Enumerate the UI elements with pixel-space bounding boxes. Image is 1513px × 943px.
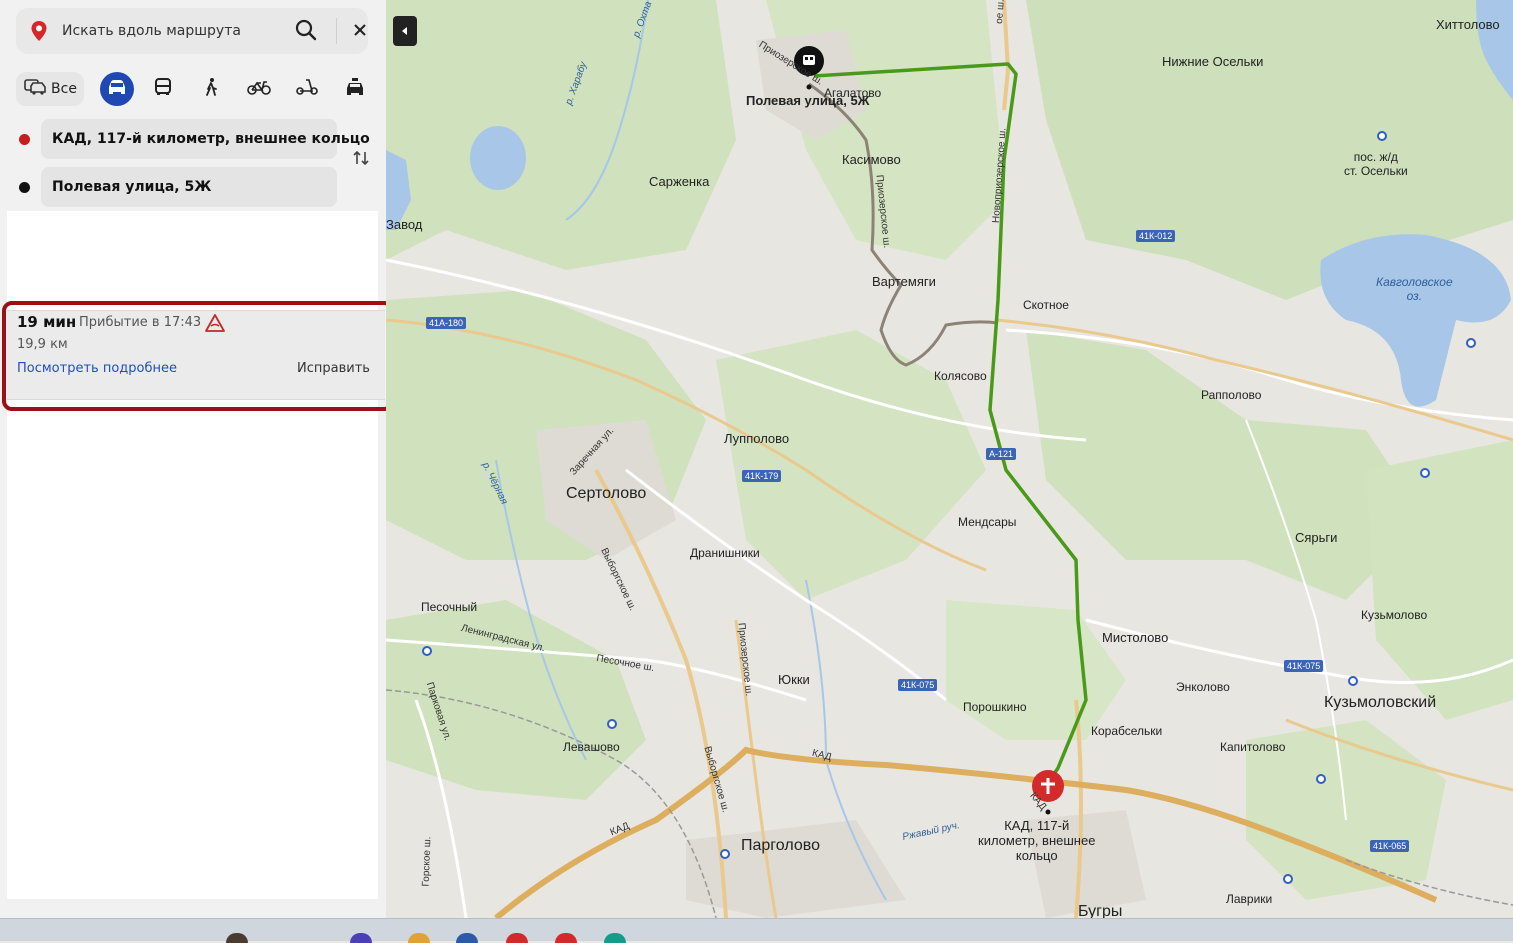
mode-walk-button[interactable] — [194, 72, 228, 106]
taskbar-app-icon[interactable] — [506, 933, 528, 943]
swap-arrows-icon — [351, 150, 371, 171]
map-background — [386, 0, 1513, 918]
place-label: Бугры — [1078, 903, 1123, 918]
place-label: Сарженка — [649, 174, 710, 189]
route-panel: Все — [0, 0, 387, 918]
search-button[interactable] — [292, 18, 320, 44]
place-label: Капитолово — [1220, 740, 1286, 754]
route-fix-button[interactable]: Исправить — [297, 361, 370, 376]
taskbar — [0, 918, 1513, 943]
road-label: ое ш. — [994, 0, 1007, 25]
road-shield: А-121 — [986, 448, 1017, 460]
road-label: Горское ш. — [420, 836, 434, 887]
place-label: Нижние Осельки — [1162, 54, 1264, 69]
bicycle-icon — [247, 78, 271, 100]
place-label: Рапполово — [1201, 388, 1262, 402]
close-route-button[interactable] — [346, 18, 374, 44]
taskbar-app-icon[interactable] — [456, 933, 478, 943]
road-shield: 41А-180 — [426, 317, 467, 329]
road-shield: 41К-075 — [1284, 660, 1324, 672]
lake-label: Кавголовское оз. — [1376, 275, 1453, 303]
car-and-bus-icon — [23, 77, 47, 101]
place-label: Юкки — [778, 672, 810, 687]
place-label: Кузьмоловский — [1324, 694, 1437, 711]
route-arrival-time: Прибытие в 17:43 — [79, 315, 202, 330]
location-pin-icon — [30, 20, 48, 46]
waypoint-from-field[interactable]: КАД, 117-й километр, внешнее кольцо — [41, 119, 370, 159]
taskbar-folder-icon[interactable] — [408, 933, 430, 943]
chevron-left-icon — [393, 27, 417, 49]
place-label: Кузьмолово — [1361, 608, 1428, 622]
road-shield: 41К-012 — [1136, 230, 1176, 242]
place-label: Полевая улица, 5Ж — [746, 93, 870, 108]
search-separator — [336, 18, 337, 44]
close-icon — [349, 23, 371, 44]
place-label: Мендсары — [958, 515, 1017, 529]
place-label: Скотное — [1023, 298, 1069, 312]
place-label: Вартемяги — [872, 274, 936, 289]
place-label: Лаврики — [1226, 892, 1273, 906]
place-label: Хиттолово — [1436, 17, 1500, 32]
road-shield: 41К-179 — [742, 470, 782, 482]
car-icon — [106, 78, 128, 100]
railway-station-icon[interactable] — [422, 646, 432, 656]
scooter-icon — [295, 78, 319, 100]
place-label: Парголово — [741, 837, 820, 854]
place-label: Сярьги — [1295, 530, 1338, 545]
mode-bike-button[interactable] — [242, 72, 276, 106]
mode-bus-button[interactable] — [146, 72, 180, 106]
railway-station-icon[interactable] — [1316, 774, 1326, 784]
taxi-icon — [344, 77, 366, 101]
taskbar-app-icon[interactable] — [226, 933, 248, 943]
route-option-card[interactable]: 19 мин Прибытие в 17:43 19,9 км Посмотре… — [7, 310, 385, 400]
place-label: Колясово — [934, 369, 987, 383]
road-shield: 41К-065 — [1370, 840, 1410, 852]
route-search-input[interactable] — [62, 18, 282, 44]
collapse-panel-button[interactable] — [393, 16, 417, 46]
mode-taxi-button[interactable] — [338, 72, 372, 106]
place-label: Корабсельки — [1091, 724, 1163, 738]
place-label: пос. ж/д ст. Осельки — [1344, 150, 1408, 178]
mode-scooter-button[interactable] — [290, 72, 324, 106]
place-label: Левашово — [563, 740, 620, 754]
route-details-link[interactable]: Посмотреть подробнее — [17, 361, 177, 376]
search-icon — [294, 19, 318, 45]
mode-all-label: Все — [51, 81, 77, 97]
railway-station-icon[interactable] — [607, 719, 617, 729]
pedestrian-icon — [202, 77, 220, 101]
place-label: Завод — [386, 217, 423, 232]
mode-all-button[interactable]: Все — [16, 72, 84, 106]
place-label: Сертолово — [566, 485, 647, 502]
place-label: Энколово — [1176, 680, 1230, 694]
route-duration: 19 мин — [17, 313, 77, 331]
route-distance: 19,9 км — [17, 337, 68, 352]
transport-modes: Все — [16, 72, 376, 108]
place-label: Порошкино — [963, 700, 1027, 714]
waypoint-to-field[interactable]: Полевая улица, 5Ж — [41, 167, 337, 207]
mode-car-button[interactable] — [100, 72, 134, 106]
swap-waypoints-button[interactable] — [350, 148, 372, 170]
railway-station-icon[interactable] — [1283, 874, 1293, 884]
end-point-dot — [19, 182, 30, 193]
railway-station-icon[interactable] — [1466, 338, 1476, 348]
place-label: Лупполово — [724, 431, 790, 446]
railway-station-icon[interactable] — [1348, 676, 1358, 686]
taskbar-app-icon[interactable] — [604, 933, 626, 943]
place-label: КАД, 117-й километр, внешнее кольцо — [978, 818, 1096, 863]
start-point-dot — [19, 134, 30, 145]
railway-station-icon[interactable] — [1420, 468, 1430, 478]
place-label: Касимово — [842, 152, 901, 167]
place-label: Песочный — [421, 600, 478, 614]
map-canvas[interactable]: Хиттолово Нижние Осельки Агалатово Полев… — [386, 0, 1513, 918]
taskbar-app-icon[interactable] — [555, 933, 577, 943]
place-label: Мистолово — [1102, 630, 1169, 645]
railway-station-icon[interactable] — [1377, 131, 1387, 141]
place-label: Дранишники — [690, 546, 760, 560]
warning-triangle-icon — [204, 313, 226, 337]
road-shield: 41К-075 — [898, 679, 938, 691]
bus-icon — [153, 77, 173, 101]
taskbar-app-icon[interactable] — [350, 933, 372, 943]
railway-station-icon[interactable] — [720, 849, 730, 859]
search-box — [16, 8, 368, 54]
